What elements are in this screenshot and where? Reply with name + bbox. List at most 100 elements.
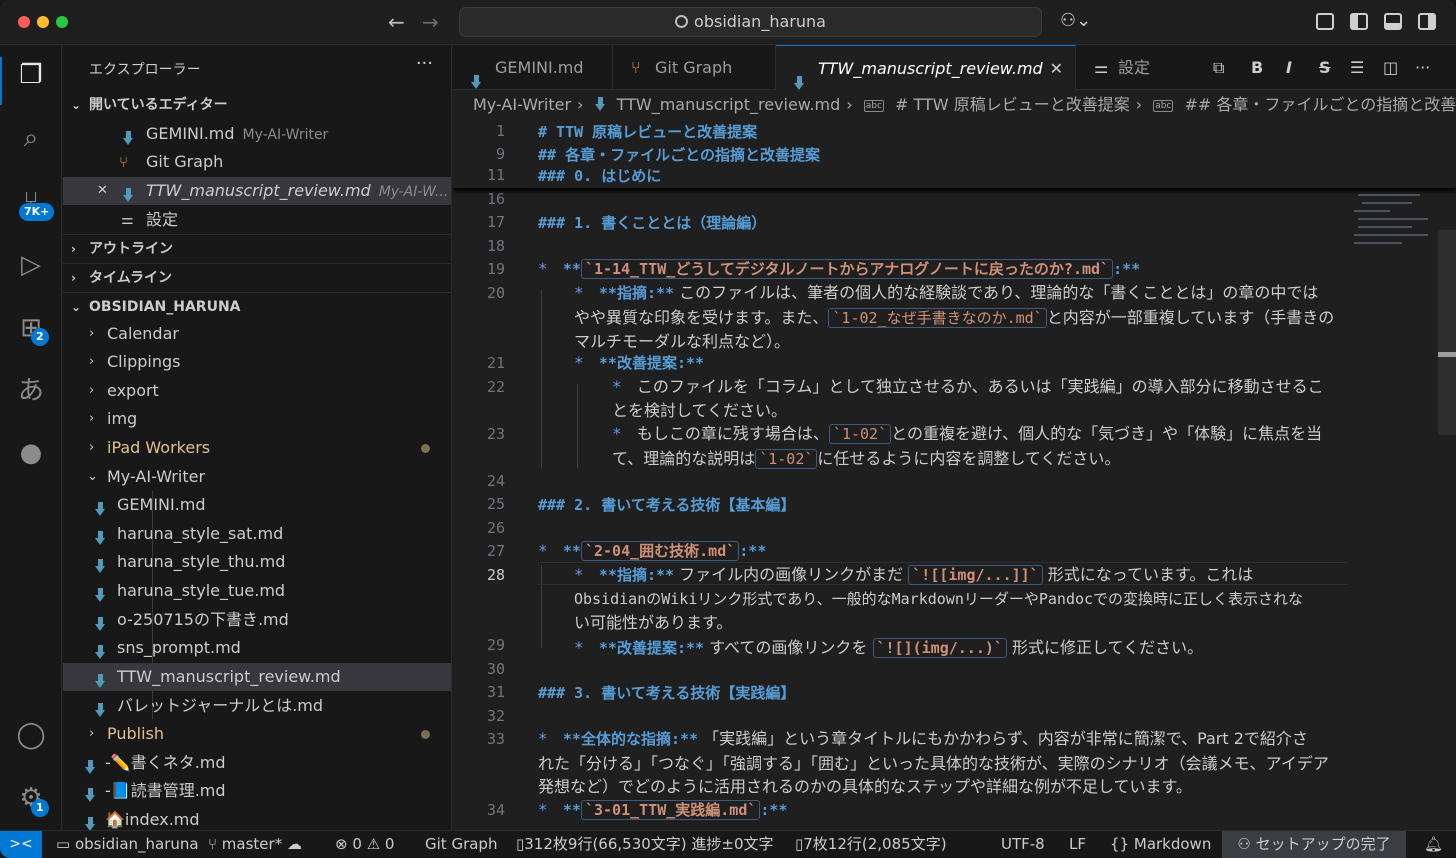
close-icon[interactable]: ✕	[97, 177, 108, 205]
problems-status[interactable]: ⊗ 0 ⚠ 0	[335, 831, 394, 858]
toggle-panel-icon[interactable]	[1384, 13, 1402, 30]
open-editor-item[interactable]: ⑂ Git Graph	[63, 148, 451, 176]
italic-button[interactable]: I	[1286, 58, 1292, 77]
chevron-down-icon: ⌄	[71, 98, 82, 112]
page-count-status[interactable]: ▯7枚12行(2,085文字)	[795, 831, 947, 858]
settings-icon: ⚌	[121, 212, 134, 228]
back-arrow-icon[interactable]: ←	[388, 10, 405, 34]
paragraph-line: * このファイルを「コラム」として独立させるか、あるいは「実践編」の導入部分に移…	[612, 377, 1324, 420]
word-count-status[interactable]: ▯312枚9行(66,530文字) 進捗±0文字	[516, 831, 774, 858]
split-editor-icon[interactable]: ◫	[1383, 58, 1398, 77]
folder-publish[interactable]: › Publish	[63, 720, 451, 748]
open-editor-item[interactable]: ⚌ 設定	[63, 206, 451, 234]
command-center-search[interactable]: obsidian_haruna	[459, 7, 1042, 37]
breadcrumb-folder[interactable]: My-AI-Writer	[473, 95, 571, 114]
git-graph-status[interactable]: Git Graph	[425, 831, 497, 858]
copilot-icon[interactable]: ⚇⌄	[1060, 10, 1091, 31]
markdown-icon	[85, 813, 96, 830]
file-item[interactable]: sns_prompt.md	[63, 634, 451, 662]
editor-area[interactable]: 1 # TTW 原稿レビューと改善提案 9 ## 各章・ファイルごとの指摘と改善…	[453, 118, 1456, 830]
tab-gemini[interactable]: GEMINI.md	[453, 45, 613, 90]
folder-img[interactable]: › img	[63, 405, 451, 433]
close-tab-icon[interactable]: ✕	[1050, 46, 1063, 91]
sticky-heading[interactable]: ## 各章・ファイルごとの指摘と改善提案	[538, 144, 1348, 165]
file-item[interactable]: haruna_style_thu.md	[63, 548, 451, 576]
branch-icon: ⑂	[208, 835, 218, 853]
bullet-line: * ** `3-01_TTW_実践編.md`:**	[538, 800, 788, 820]
search-icon[interactable]: ⌕	[14, 121, 48, 155]
folder-calendar[interactable]: › Calendar	[63, 320, 451, 348]
run-debug-icon[interactable]: ▷	[14, 248, 48, 282]
braces-icon: {}	[1110, 835, 1130, 853]
eol-status[interactable]: LF	[1069, 831, 1086, 858]
folder-export[interactable]: › export	[63, 377, 451, 405]
open-editors-header[interactable]: ⌄ 開いているエディター	[63, 91, 451, 119]
explorer-sidebar: エクスプローラー ··· ⌄ 開いているエディター GEMINI.md My-AI…	[63, 45, 452, 830]
file-item[interactable]: haruna_style_tue.md	[63, 577, 451, 605]
minimize-window-button[interactable]	[37, 16, 49, 28]
bold-button[interactable]: B	[1251, 58, 1263, 77]
file-item[interactable]: haruna_style_sat.md	[63, 520, 451, 548]
sticky-heading[interactable]: # TTW 原稿レビューと改善提案	[538, 121, 1348, 142]
breadcrumb-file[interactable]: TTW_manuscript_review.md	[617, 95, 841, 114]
tab-git-graph[interactable]: ⑂ Git Graph	[613, 45, 776, 90]
more-actions-icon[interactable]: ···	[416, 53, 433, 74]
git-graph-icon: ⑂	[119, 153, 129, 171]
file-item[interactable]: バレットジャーナルとは.md	[63, 692, 451, 720]
file-item[interactable]: o-250715の下書き.md	[63, 606, 451, 634]
workspace-header[interactable]: ⌄ OBSIDIAN_HARUNA	[63, 292, 451, 320]
workspace-status[interactable]: ▭ obsidian_haruna	[56, 831, 199, 858]
encoding-status[interactable]: UTF-8	[1001, 831, 1045, 858]
settings-icon: ⚌	[1094, 58, 1109, 77]
folder-my-ai-writer[interactable]: ⌄ My-AI-Writer	[63, 463, 451, 491]
customize-layout-icon[interactable]	[1316, 13, 1334, 30]
sticky-heading[interactable]: ### 0. はじめに	[538, 165, 1348, 186]
accounts-icon[interactable]: ◯	[14, 718, 48, 752]
sidebar-title: エクスプローラー	[89, 62, 201, 78]
manage-badge: 1	[31, 799, 49, 817]
chevron-right-icon: ›	[89, 354, 95, 369]
bullet-line: * **改善提案:** すべての画像リンクを `![](img/...)` 形式…	[574, 638, 1204, 658]
modified-dot	[421, 730, 430, 739]
zoom-window-button[interactable]	[56, 16, 68, 28]
file-item[interactable]: -📘読書管理.md	[63, 777, 451, 805]
file-item[interactable]: 🏠index.md	[63, 806, 451, 830]
folder-clippings[interactable]: › Clippings	[63, 348, 451, 376]
forward-arrow-icon[interactable]: →	[422, 10, 439, 34]
remote-indicator[interactable]: ><	[0, 831, 42, 858]
breadcrumb-heading-1[interactable]: # TTW 原稿レビューと改善提案	[895, 95, 1130, 114]
modified-dot	[421, 444, 430, 453]
vertical-scrollbar[interactable]	[1438, 230, 1456, 435]
tab-ttw-manuscript-review[interactable]: TTW_manuscript_review.md ✕	[776, 45, 1076, 90]
timeline-header[interactable]: › タイムライン	[63, 263, 451, 291]
git-graph-icon: ⑂	[631, 58, 641, 77]
japanese-input-icon[interactable]: あ	[14, 374, 48, 408]
toggle-secondary-sidebar-icon[interactable]	[1418, 13, 1436, 30]
open-editor-item[interactable]: GEMINI.md My-AI-Writer	[63, 120, 451, 148]
outline-header[interactable]: › アウトライン	[63, 234, 451, 262]
more-actions-icon[interactable]: ···	[1415, 58, 1430, 77]
chevron-right-icon: ›	[89, 383, 95, 398]
language-status[interactable]: {} Markdown	[1110, 831, 1211, 858]
markdown-icon	[594, 97, 606, 111]
file-item[interactable]: GEMINI.md	[63, 491, 451, 519]
bullet-line: * **改善提案:**	[574, 353, 705, 372]
strikethrough-button[interactable]: S	[1319, 58, 1331, 77]
close-window-button[interactable]	[18, 16, 30, 28]
search-icon	[675, 15, 689, 28]
open-editor-item-active[interactable]: ✕ TTW_manuscript_review.md My-AI-W...	[63, 177, 451, 205]
list-button[interactable]: ☰	[1350, 58, 1364, 77]
vscode-window: ← → obsidian_haruna ⚇⌄ ❐ ⌕ ⑂ 7K+ ▷ ⊞ 2 あ…	[0, 0, 1456, 858]
branch-status[interactable]: ⑂ master* ☁	[208, 831, 302, 858]
file-item-selected[interactable]: TTW_manuscript_review.md	[63, 663, 451, 691]
breadcrumb-heading-2[interactable]: ## 各章・ファイルごとの指摘と改善	[1184, 95, 1456, 114]
setup-complete-button[interactable]: ⚇ セットアップの完了	[1222, 831, 1406, 858]
open-preview-icon[interactable]: ⧉	[1213, 58, 1224, 78]
toggle-primary-sidebar-icon[interactable]	[1350, 13, 1368, 30]
folder-ipad-workers[interactable]: › iPad Workers	[63, 434, 451, 462]
github-icon[interactable]: ●	[14, 436, 48, 470]
notifications-bell-icon[interactable]: 🔔︎	[1424, 831, 1443, 858]
explorer-icon[interactable]: ❐	[14, 58, 48, 92]
file-item[interactable]: -✏️書くネタ.md	[63, 749, 451, 777]
tab-settings[interactable]: ⚌ 設定	[1076, 45, 1176, 90]
